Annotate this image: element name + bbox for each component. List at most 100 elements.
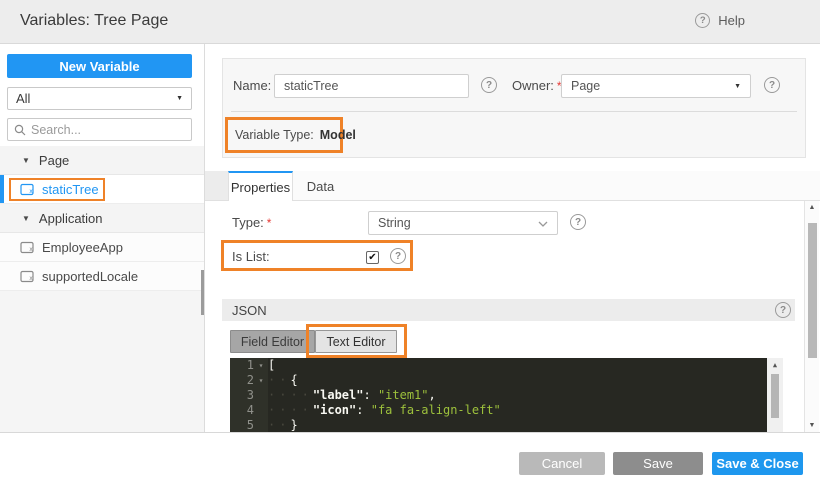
save-button[interactable]: Save <box>613 452 703 475</box>
caret-down-icon: ▼ <box>176 95 183 102</box>
cancel-button[interactable]: Cancel <box>519 452 605 475</box>
tree-group-label: Application <box>38 210 103 226</box>
help-label: Help <box>718 13 745 28</box>
variable-icon: x <box>20 241 34 253</box>
sidebar-item-label: EmployeeApp <box>42 239 123 255</box>
code-line: 3 ····"label": "item1", <box>230 388 783 403</box>
new-variable-button[interactable]: New Variable <box>7 54 192 78</box>
variables-sidebar: New Variable All ▼ ▼ Page x staticTree ▼ Appl… <box>0 44 205 432</box>
caret-down-icon: ▼ <box>734 82 741 90</box>
selected-indicator <box>0 175 4 203</box>
variables-dialog: Variables: Tree Page ? Help New Variable… <box>0 0 820 491</box>
line-number: 3 <box>246 388 254 402</box>
variable-icon: x <box>20 183 34 195</box>
page-title: Variables: Tree Page <box>20 12 169 29</box>
is-list-label: Is List: <box>232 249 270 264</box>
type-selected-value: String <box>378 216 411 230</box>
content-scrollbar[interactable]: ▲ ▼ <box>804 201 819 432</box>
json-help-icon[interactable]: ? <box>775 302 791 318</box>
filter-selected-value: All <box>16 91 31 106</box>
name-label: Name:* <box>233 78 279 93</box>
sidebar-scrollbar-thumb[interactable] <box>201 270 204 315</box>
editor-scrollbar[interactable]: ▲ <box>767 358 783 432</box>
dialog-header: Variables: Tree Page ? Help <box>0 0 820 44</box>
is-list-checkbox[interactable]: ✔ <box>366 251 379 264</box>
name-help-icon[interactable]: ? <box>481 77 497 93</box>
editor-scrollbar-thumb[interactable] <box>771 374 779 418</box>
owner-select[interactable]: Page ▼ <box>561 74 751 98</box>
sidebar-item-employeeapp[interactable]: x EmployeeApp <box>0 233 204 262</box>
search-input[interactable] <box>31 122 171 137</box>
caret-down-icon: ▼ <box>22 155 30 165</box>
code-line: 2 ▾ ··{ <box>230 373 783 388</box>
panel-divider <box>231 111 797 112</box>
name-input[interactable] <box>275 75 468 97</box>
variable-icon: x <box>20 270 34 282</box>
name-field-box <box>274 74 469 98</box>
svg-text:x: x <box>29 246 33 253</box>
fold-arrow-icon[interactable]: ▾ <box>254 358 268 373</box>
code-text: ··} <box>268 418 298 432</box>
code-text: ····"icon": "fa fa-align-left" <box>268 403 501 417</box>
type-help-icon[interactable]: ? <box>570 214 586 230</box>
code-line: 1 ▾[ <box>230 358 783 373</box>
sidebar-item-statictree[interactable]: x staticTree <box>0 175 204 204</box>
save-and-close-button[interactable]: Save & Close <box>712 452 803 475</box>
fold-arrow-icon[interactable]: ▾ <box>254 373 268 388</box>
field-editor-button[interactable]: Field Editor <box>230 330 315 353</box>
variable-filter-select[interactable]: All ▼ <box>7 87 192 110</box>
sidebar-item-label: staticTree <box>42 181 99 197</box>
owner-help-icon[interactable]: ? <box>764 77 780 93</box>
sidebar-item-supportedlocale[interactable]: x supportedLocale <box>0 262 204 291</box>
line-number: 4 <box>246 403 254 417</box>
scroll-down-icon[interactable]: ▼ <box>805 422 819 429</box>
line-number: 2 <box>246 373 254 387</box>
chevron-down-icon <box>538 221 548 227</box>
type-label: Type: * <box>232 215 272 230</box>
variable-type-label: Variable Type: <box>235 128 314 142</box>
editor-scroll-up-icon[interactable]: ▲ <box>767 361 783 369</box>
check-icon: ✔ <box>368 251 377 263</box>
code-line: 5 ··} <box>230 418 783 432</box>
line-number: 1 <box>246 358 254 372</box>
scroll-up-icon[interactable]: ▲ <box>805 204 819 211</box>
owner-selected-value: Page <box>571 79 601 93</box>
json-code-editor[interactable]: 1 ▾[2 ▾ ··{3 ····"label": "item1", 4 ····"icon… <box>230 358 783 432</box>
type-select[interactable]: String <box>368 211 558 235</box>
tree-group-application[interactable]: ▼ Application <box>0 204 204 233</box>
help-icon: ? <box>695 13 711 28</box>
text-editor-button[interactable]: Text Editor <box>315 330 397 353</box>
tab-properties[interactable]: Properties <box>228 171 293 201</box>
code-text: ····"label": "item1", <box>268 388 436 402</box>
variables-tree: ▼ Page x staticTree ▼ Application x EmployeeApp… <box>0 146 204 432</box>
help-button[interactable]: ? Help <box>695 13 745 28</box>
owner-label: Owner: * <box>512 78 562 93</box>
json-section-header: JSON <box>222 299 795 321</box>
code-text: ··{ <box>268 373 298 387</box>
variable-type-value: Model <box>319 128 356 142</box>
sidebar-item-label: supportedLocale <box>42 268 139 284</box>
code-line: 4 ····"icon": "fa fa-align-left" <box>230 403 783 418</box>
code-text: [ <box>268 358 276 372</box>
tree-group-page[interactable]: ▼ Page <box>0 146 204 175</box>
variable-summary-panel: Name:* ? Owner:* Page ▼ ? Variable Type:… <box>222 58 806 158</box>
svg-text:x: x <box>29 275 33 282</box>
svg-text:x: x <box>29 188 33 195</box>
required-marker: * <box>266 216 272 230</box>
tab-data[interactable]: Data <box>293 171 348 201</box>
tab-bar: Properties Data <box>205 171 820 201</box>
variable-type-highlight-box: Variable Type: Model <box>225 117 356 153</box>
caret-down-icon: ▼ <box>22 213 30 223</box>
json-section-title: JSON <box>232 302 267 318</box>
line-number: 5 <box>246 418 254 432</box>
is-list-help-icon[interactable]: ? <box>390 248 406 264</box>
content-scrollbar-thumb[interactable] <box>807 223 817 358</box>
search-icon <box>14 124 26 135</box>
tabbar-left-filler <box>205 171 228 200</box>
variable-search[interactable] <box>7 118 192 141</box>
dialog-footer: Cancel Save Save & Close <box>0 432 820 491</box>
tree-group-label: Page <box>38 152 70 168</box>
